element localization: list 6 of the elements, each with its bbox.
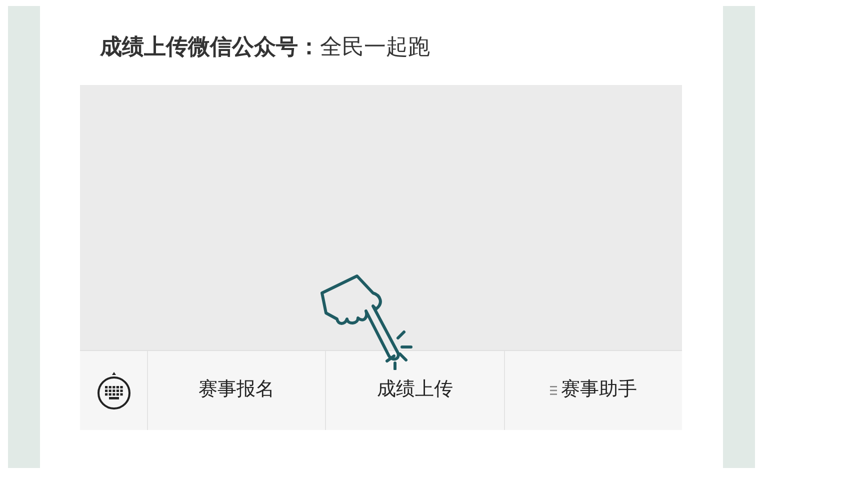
list-icon <box>550 386 557 395</box>
menu-item[interactable]: 赛事助手 <box>504 351 682 430</box>
menu-item[interactable]: 赛事报名 <box>148 351 326 430</box>
keyboard-icon[interactable] <box>96 372 132 410</box>
menu-item[interactable]: 成绩上传 <box>326 351 505 430</box>
page-title: 成绩上传微信公众号：全民一起跑 <box>100 34 430 59</box>
